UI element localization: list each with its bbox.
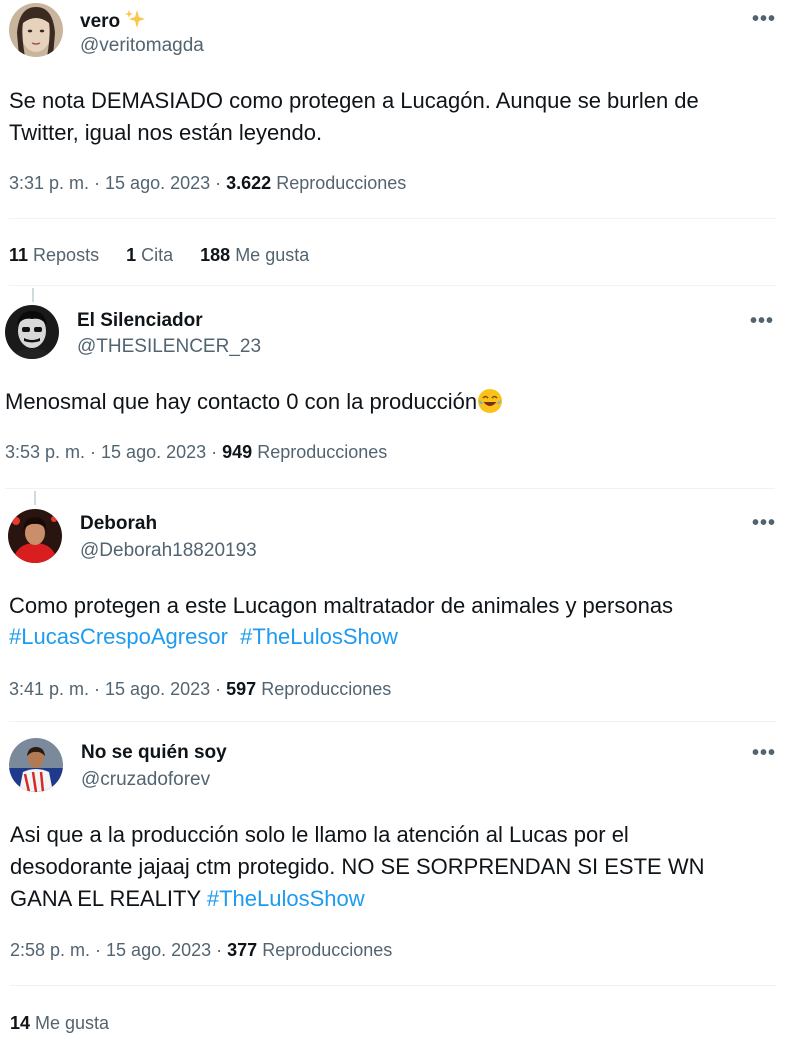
more-icon[interactable]: •••: [752, 743, 776, 763]
avatar-cruzadoforev[interactable]: [9, 738, 63, 792]
author-name[interactable]: No se quién soy: [81, 742, 227, 764]
author-name[interactable]: Deborah: [80, 513, 157, 535]
engagement-stats: 14 Me gusta: [10, 1013, 131, 1034]
thread-line: [34, 491, 36, 505]
tweet-timestamp[interactable]: 2:58 p. m. · 15 ago. 2023 · 377 Reproduc…: [10, 940, 392, 961]
hashtag-link[interactable]: #LucasCrespoAgresor: [9, 624, 228, 649]
sparkles-icon: [124, 8, 146, 30]
joy-emoji-icon: [477, 388, 503, 414]
author-name[interactable]: vero: [80, 8, 146, 33]
divider: [10, 985, 777, 986]
more-icon[interactable]: •••: [750, 311, 774, 331]
author-name[interactable]: El Silenciador: [77, 310, 203, 332]
view-count: 597: [226, 679, 257, 699]
avatar-vero[interactable]: [9, 3, 63, 57]
tweet-text-line: desodorante jajaaj ctm protegido. NO SE …: [10, 854, 705, 879]
more-icon[interactable]: •••: [752, 9, 776, 29]
avatar-el-silenciador[interactable]: [5, 305, 59, 359]
tweet-text-line: Se nota DEMASIADO como protegen a Lucagó…: [9, 88, 699, 113]
tweet-text-line: Como protegen a este Lucagon maltratador…: [9, 593, 674, 618]
tweet-timestamp[interactable]: 3:53 p. m. · 15 ago. 2023 · 949 Reproduc…: [5, 442, 387, 463]
quotes-stat[interactable]: 1 Cita: [126, 245, 173, 265]
reposts-stat[interactable]: 11 Reposts: [9, 245, 99, 265]
author-handle[interactable]: @THESILENCER_23: [77, 336, 261, 358]
tweet-text-line: #LucasCrespoAgresor #TheLulosShow: [9, 621, 398, 653]
tweet-text-line: Asi que a la producción solo le llamo la…: [10, 822, 629, 847]
tweet-text-line: Twitter, igual nos están leyendo.: [9, 120, 323, 145]
tweet-timestamp[interactable]: 3:31 p. m. · 15 ago. 2023 · 3.622 Reprod…: [9, 173, 406, 194]
tweet-text-line: GANA EL REALITY #TheLulosShow: [10, 886, 365, 911]
engagement-stats: 11 Reposts 1 Cita 188 Me gusta: [9, 245, 331, 266]
likes-stat[interactable]: 14 Me gusta: [10, 1013, 109, 1033]
tweet-text: Menosmal que hay contacto 0 con la produ…: [5, 386, 503, 418]
more-icon[interactable]: •••: [752, 513, 776, 533]
hashtag-link[interactable]: #TheLulosShow: [240, 624, 398, 649]
author-handle[interactable]: @cruzadoforev: [81, 769, 210, 791]
view-count: 3.622: [226, 173, 272, 193]
divider: [9, 285, 777, 286]
tweet-timestamp[interactable]: 3:41 p. m. · 15 ago. 2023 · 597 Reproduc…: [9, 679, 391, 700]
divider: [5, 488, 775, 489]
avatar-deborah[interactable]: [8, 509, 62, 563]
author-handle[interactable]: @Deborah18820193: [80, 540, 257, 562]
thread-line: [32, 288, 34, 302]
author-handle[interactable]: @veritomagda: [80, 35, 204, 57]
divider: [9, 721, 777, 722]
divider: [9, 218, 777, 219]
hashtag-link[interactable]: #TheLulosShow: [207, 886, 365, 911]
view-count: 377: [227, 940, 258, 960]
view-count: 949: [222, 442, 253, 462]
likes-stat[interactable]: 188 Me gusta: [200, 245, 309, 265]
